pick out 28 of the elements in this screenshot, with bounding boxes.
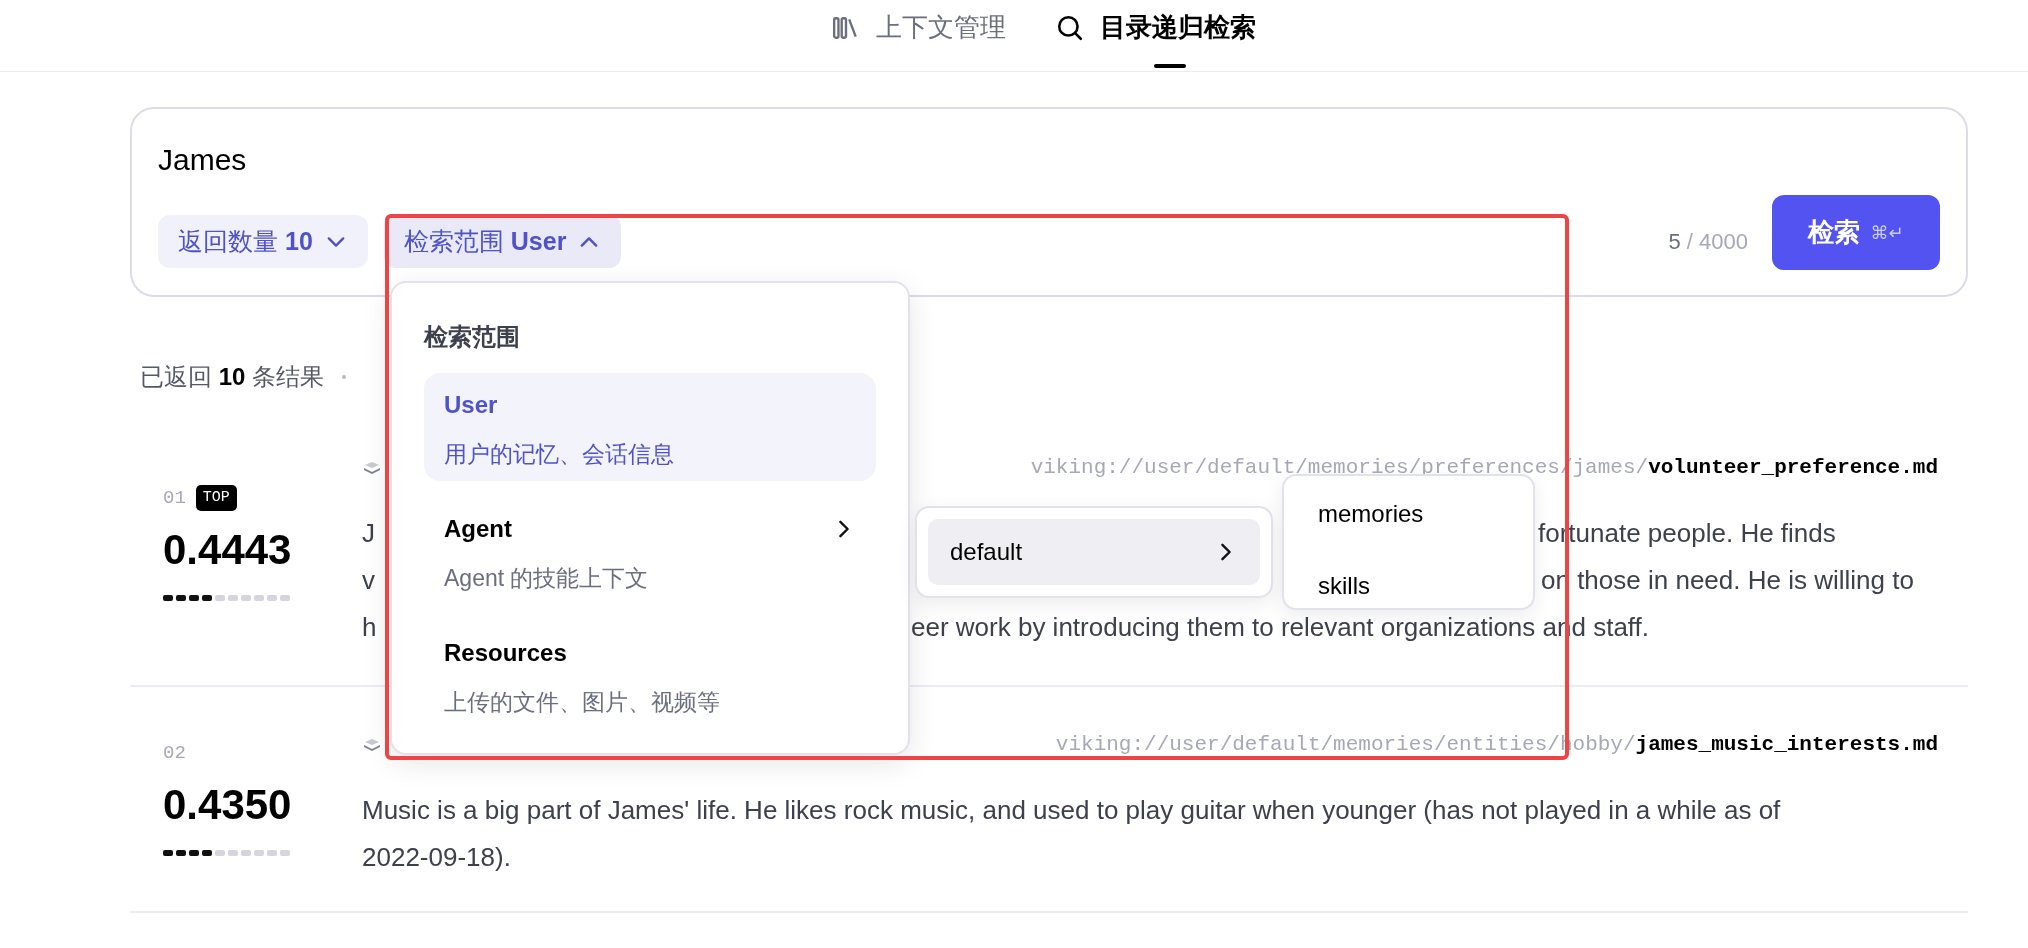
submenu-option[interactable]: skills [1318, 572, 1499, 600]
search-icon [1056, 13, 1084, 42]
layers-icon [362, 738, 382, 752]
result-text: 2022-09-18). [362, 841, 511, 874]
query-input[interactable]: James [158, 139, 758, 179]
result-index: 01 [163, 485, 186, 511]
submenu-option[interactable]: default [928, 519, 1260, 585]
result-index: 02 [163, 740, 186, 766]
relevance-score: 0.4350 [163, 782, 293, 828]
filter-dropdown-button[interactable]: 返回数量 10 [158, 215, 368, 268]
relevance-score: 0.4443 [163, 527, 293, 573]
result-text: Music is a big part of James' life. He likes rock music, and used to play guitar when younger (has not played in a while as of [362, 794, 1781, 827]
layers-icon [362, 461, 382, 475]
character-count: 5 / 4000 [1668, 228, 1748, 256]
result-text: h [362, 611, 377, 644]
scope-option[interactable]: User 用户的记忆、会话信息 [424, 373, 876, 481]
submenu-option[interactable]: memories [1318, 500, 1499, 528]
filter-dropdown-button[interactable]: 检索范围 User [383, 215, 622, 268]
books-icon [832, 14, 860, 41]
dropdown-title: 检索范围 [424, 322, 521, 352]
result-text: J [362, 517, 375, 550]
tab-underline [1154, 64, 1186, 68]
result-summary: 已返回 10 条结果 [140, 362, 325, 392]
tab[interactable]: 上下文管理 [832, 0, 1006, 71]
result-text: v [362, 564, 375, 597]
top-badge: TOP [195, 484, 237, 512]
tab[interactable]: 目录递归检索 [1056, 0, 1256, 71]
search-button[interactable]: 检索 ⌘↵ [1772, 195, 1940, 270]
